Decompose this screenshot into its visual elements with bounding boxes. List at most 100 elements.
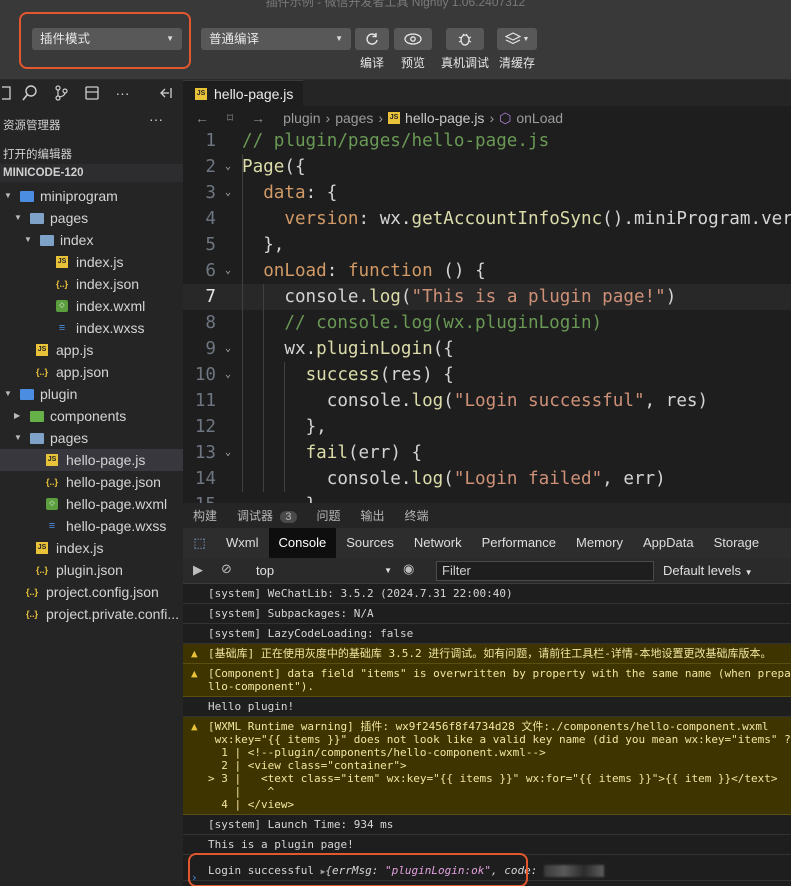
code-line[interactable]: 5 },	[183, 232, 791, 258]
tab-terminal[interactable]: 终端	[405, 507, 429, 524]
fold-chevron-icon[interactable]: ⌄	[225, 258, 231, 284]
more-icon[interactable]: ···	[107, 80, 138, 106]
sidebar-toggle-icon[interactable]: ▶	[193, 562, 203, 578]
editor-tab-hello-page-js[interactable]: JS hello-page.js	[183, 80, 303, 106]
clear-cache-button[interactable]: ▼	[497, 28, 537, 50]
tree-item[interactable]: {..} plugin.json	[0, 559, 183, 581]
indent-guide	[242, 154, 243, 492]
line-number: 2	[205, 157, 216, 177]
devtools-tab-sources[interactable]: Sources	[336, 528, 404, 558]
tree-item-label: app.json	[56, 364, 109, 380]
tree-item[interactable]: JS index.js	[0, 251, 183, 273]
tree-item[interactable]: {..} project.private.confi...	[0, 603, 183, 625]
tree-item[interactable]: JS app.js	[0, 339, 183, 361]
context-select[interactable]: top ▼	[250, 561, 398, 581]
devtools-tab-network[interactable]: Network	[404, 528, 472, 558]
collapse-panel-icon[interactable]	[150, 80, 181, 106]
fold-chevron-icon[interactable]: ⌄	[225, 154, 231, 180]
code-line[interactable]: 12 },	[183, 414, 791, 440]
tree-item[interactable]: ▼ miniprogram	[0, 185, 183, 207]
filter-input[interactable]: Filter	[436, 561, 654, 581]
inspect-icon[interactable]: ⬚	[183, 535, 216, 551]
wxss-file-icon: ≡	[58, 322, 66, 334]
bookmark-icon[interactable]: ⌑	[227, 111, 233, 125]
tree-item[interactable]: {..} project.config.json	[0, 581, 183, 603]
devtools-tab-console[interactable]: Console	[268, 528, 337, 558]
line-number: 11	[194, 391, 216, 411]
more-icon[interactable]: ···	[149, 111, 163, 127]
breadcrumb-symbol[interactable]: onLoad	[516, 110, 563, 126]
tree-item[interactable]: ◇ index.wxml	[0, 295, 183, 317]
code-text: console.log("Login successful", res)	[326, 391, 709, 411]
preview-button[interactable]	[394, 28, 432, 50]
clear-console-icon[interactable]: ⊘	[221, 561, 232, 577]
devtools-tab-storage[interactable]: Storage	[704, 528, 770, 558]
files-icon[interactable]	[0, 80, 14, 106]
code-line[interactable]: 15 }	[183, 492, 791, 503]
eye-icon	[404, 33, 422, 45]
code-line[interactable]: 4 version: wx.getAccountInfoSync().miniP…	[183, 206, 791, 232]
fold-chevron-icon[interactable]: ⌄	[225, 180, 231, 206]
device-debug-button[interactable]	[446, 28, 484, 50]
tree-item[interactable]: JS hello-page.js	[0, 449, 183, 471]
tree-item[interactable]: ≡ index.wxss	[0, 317, 183, 339]
tree-item-label: hello-page.json	[66, 474, 161, 490]
devtools-tab-performance[interactable]: Performance	[472, 528, 566, 558]
devtools-tab-appdata[interactable]: AppData	[633, 528, 704, 558]
devtools-tab-memory[interactable]: Memory	[566, 528, 633, 558]
open-editors-section[interactable]: 打开的编辑器	[0, 146, 183, 162]
back-icon[interactable]: ←	[195, 110, 209, 126]
line-number: 13	[194, 443, 216, 463]
project-section[interactable]: MINICODE-120	[0, 164, 183, 182]
code-line[interactable]: 8 // console.log(wx.pluginLogin)	[183, 310, 791, 336]
tree-item-label: components	[50, 408, 127, 424]
breadcrumb-plugin[interactable]: plugin	[283, 110, 320, 126]
tree-item[interactable]: ▼ index	[0, 229, 183, 251]
search-icon[interactable]	[14, 80, 45, 106]
source-control-icon[interactable]	[45, 80, 76, 106]
tree-item[interactable]: ≡ hello-page.wxss	[0, 515, 183, 537]
fold-chevron-icon[interactable]: ⌄	[225, 336, 231, 362]
code-line[interactable]: 3 ⌄ data: {	[183, 180, 791, 206]
debug-icon[interactable]	[76, 80, 107, 106]
tab-build[interactable]: 构建	[193, 507, 217, 524]
breadcrumb-file[interactable]: hello-page.js	[405, 110, 484, 126]
activity-bar: ···	[0, 80, 183, 106]
fold-chevron-icon[interactable]: ⌄	[225, 440, 231, 466]
eye-icon[interactable]: ◉	[403, 561, 414, 577]
code-line[interactable]: 13 ⌄ fail(err) {	[183, 440, 791, 466]
tab-output[interactable]: 输出	[361, 507, 385, 524]
tree-item[interactable]: {..} index.json	[0, 273, 183, 295]
tree-item[interactable]: ◇ hello-page.wxml	[0, 493, 183, 515]
levels-select[interactable]: Default levels ▼	[663, 561, 753, 581]
chevron-down-icon: ▼	[4, 389, 12, 398]
code-line[interactable]: 2 ⌄ Page({	[183, 154, 791, 180]
fold-chevron-icon[interactable]: ⌄	[225, 362, 231, 388]
tree-item[interactable]: ▼ plugin	[0, 383, 183, 405]
code-area[interactable]: 1 // plugin/pages/hello-page.js 2 ⌄ Page({3 ⌄…	[183, 128, 791, 503]
compile-button[interactable]	[355, 28, 389, 50]
tab-problems[interactable]: 问题	[317, 507, 341, 524]
code-line[interactable]: 10 ⌄ success(res) {	[183, 362, 791, 388]
line-number: 10	[194, 365, 216, 385]
console-message: Hello plugin!	[183, 697, 791, 717]
code-line[interactable]: 9 ⌄ wx.pluginLogin({	[183, 336, 791, 362]
code-line[interactable]: 1 // plugin/pages/hello-page.js	[183, 128, 791, 154]
code-line[interactable]: 7 console.log("This is a plugin page!")	[183, 284, 791, 310]
window-title: 插件示例 - 微信开发者工具 Nightly 1.06.2407312	[265, 0, 526, 9]
tree-item[interactable]: ▼ pages	[0, 207, 183, 229]
code-line[interactable]: 11 console.log("Login successful", res)	[183, 388, 791, 414]
breadcrumb-pages[interactable]: pages	[335, 110, 373, 126]
console-message: This is a plugin page!	[183, 835, 791, 855]
code-line[interactable]: 14 console.log("Login failed", err)	[183, 466, 791, 492]
tree-item[interactable]: JS index.js	[0, 537, 183, 559]
tree-item[interactable]: {..} app.json	[0, 361, 183, 383]
compile-select[interactable]: 普通编译 ▼	[201, 28, 351, 50]
tree-item[interactable]: {..} hello-page.json	[0, 471, 183, 493]
tree-item[interactable]: ▶ components	[0, 405, 183, 427]
arrow-right-icon[interactable]: →	[251, 110, 265, 126]
tree-item[interactable]: ▼ pages	[0, 427, 183, 449]
devtools-tab-wxml[interactable]: Wxml	[216, 528, 269, 558]
code-line[interactable]: 6 ⌄ onLoad: function () {	[183, 258, 791, 284]
tab-debugger[interactable]: 调试器 3	[237, 507, 297, 524]
